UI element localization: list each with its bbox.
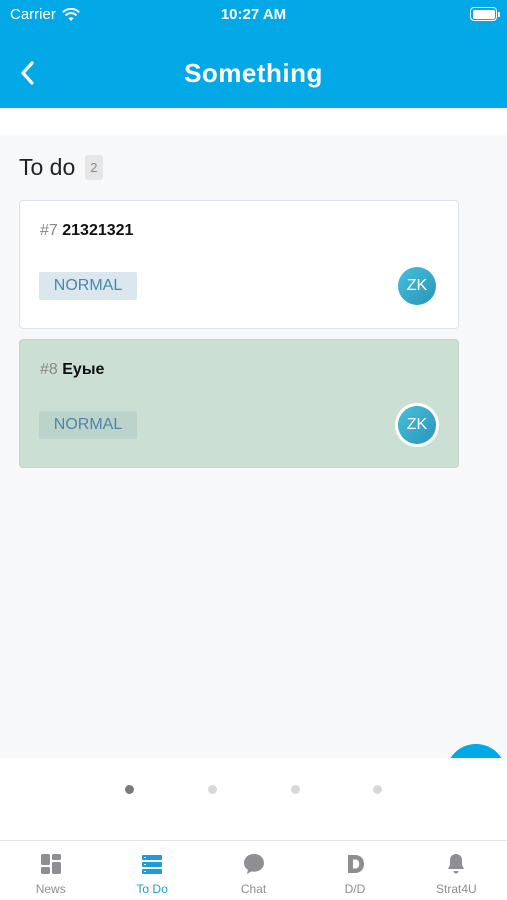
clock: 10:27 AM — [220, 6, 287, 23]
assignee-avatar[interactable]: ZK — [398, 267, 436, 305]
priority-badge: NORMAL — [39, 272, 137, 300]
page-indicator — [0, 758, 507, 840]
task-name: 21321321 — [62, 222, 134, 239]
tab-chat[interactable]: Chat — [203, 841, 304, 900]
tab-dd[interactable]: D/D — [304, 841, 405, 900]
tab-news[interactable]: News — [0, 841, 101, 900]
page-dot-1[interactable] — [125, 785, 134, 794]
tab-todo[interactable]: To Do — [101, 841, 202, 900]
list-icon — [142, 855, 163, 874]
task-number: #8 — [40, 361, 58, 378]
dashboard-icon — [40, 854, 61, 874]
task-card-selected[interactable]: #8 Еуые NORMAL ZK — [19, 339, 459, 468]
task-number: #7 — [40, 222, 58, 239]
page-dot-2[interactable] — [208, 785, 217, 794]
task-card[interactable]: #7 21321321 NORMAL ZK — [19, 200, 459, 329]
section-title: To do — [19, 154, 76, 180]
assignee-avatar[interactable]: ZK — [398, 406, 436, 444]
tab-label: Strat4U — [435, 882, 477, 896]
tab-bar: News To Do Chat D/D Strat4U — [0, 840, 507, 900]
tab-label: D/D — [344, 882, 366, 896]
page-title: Something — [184, 58, 323, 88]
chat-bubble-icon — [243, 854, 264, 874]
d-letter-icon — [347, 855, 364, 873]
task-name: Еуые — [62, 361, 105, 378]
tab-strat4u[interactable]: Strat4U — [406, 841, 507, 900]
page-dot-3[interactable] — [291, 785, 300, 794]
task-title: #7 21321321 — [40, 222, 133, 240]
section-header: To do 2 — [19, 154, 103, 181]
tab-label: Chat — [240, 882, 267, 896]
tab-label: News — [35, 882, 66, 896]
tab-label: To Do — [136, 882, 168, 896]
task-count-badge: 2 — [85, 155, 103, 180]
bell-icon — [448, 854, 465, 874]
app-header: Carrier 10:27 AM Something — [0, 0, 507, 108]
battery-icon — [470, 7, 500, 21]
task-title: #8 Еуые — [40, 361, 104, 379]
priority-badge: NORMAL — [39, 411, 137, 439]
status-bar: Carrier 10:27 AM — [0, 0, 507, 30]
page-dot-4[interactable] — [373, 785, 382, 794]
board-content: To do 2 #7 21321321 NORMAL ZK #8 Еуые NO… — [0, 135, 507, 758]
